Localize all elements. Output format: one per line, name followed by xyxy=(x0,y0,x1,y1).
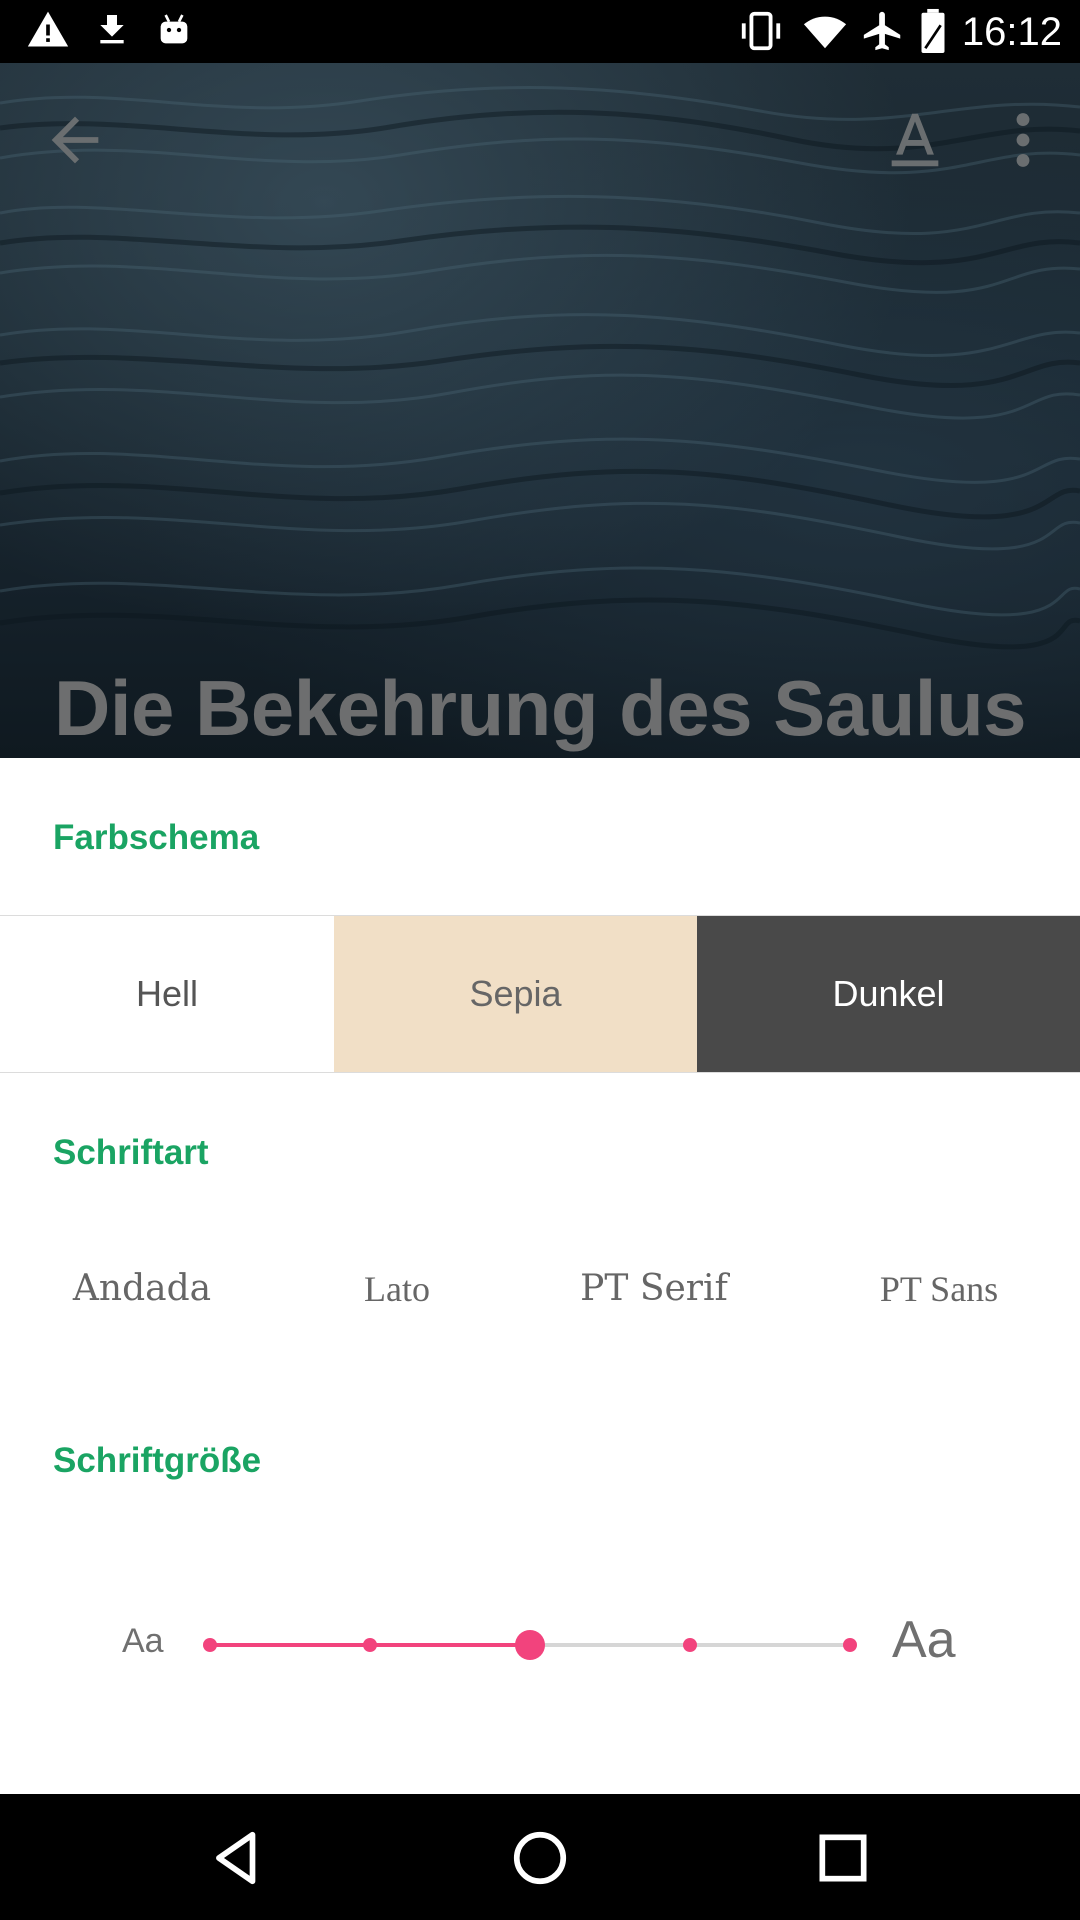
font-size-title: Schriftgröße xyxy=(53,1441,262,1480)
more-vert-icon[interactable] xyxy=(1000,105,1046,175)
font-size-slider[interactable] xyxy=(190,1610,870,1680)
font-format-icon[interactable] xyxy=(880,105,950,175)
font-options: Andada Lato PT Serif PT Sans xyxy=(0,1268,1080,1358)
status-bar: 16:12 xyxy=(0,0,1080,63)
wifi-icon xyxy=(803,16,847,49)
font-lato-option[interactable]: Lato xyxy=(364,1268,430,1310)
navigation-bar xyxy=(0,1794,1080,1920)
article-title: Die Bekehrung des Saulus xyxy=(54,664,1026,752)
home-circle-icon[interactable] xyxy=(509,1827,571,1889)
recents-square-icon[interactable] xyxy=(812,1827,874,1889)
vibrate-icon xyxy=(741,11,781,51)
font-title: Schriftart xyxy=(53,1133,209,1172)
font-size-large-label: Aa xyxy=(892,1611,956,1669)
scheme-sepia-option[interactable]: Sepia xyxy=(334,916,697,1072)
slider-step-5[interactable] xyxy=(843,1638,857,1652)
slider-step-2[interactable] xyxy=(363,1638,377,1652)
status-time: 16:12 xyxy=(961,10,1062,54)
battery-icon xyxy=(921,8,945,54)
airplane-icon xyxy=(863,11,901,51)
scheme-dunkel-option[interactable]: Dunkel xyxy=(697,916,1080,1072)
reader-settings-sheet: Farbschema Hell Sepia Dunkel Schriftart … xyxy=(0,758,1080,1794)
color-scheme-title: Farbschema xyxy=(53,818,260,857)
download-icon xyxy=(100,15,124,44)
font-size-small-label: Aa xyxy=(122,1622,164,1660)
hero-image: Die Bekehrung des Saulus xyxy=(0,63,1080,758)
color-scheme-options: Hell Sepia Dunkel xyxy=(0,915,1080,1073)
slider-thumb[interactable] xyxy=(515,1630,545,1660)
scheme-hell-option[interactable]: Hell xyxy=(0,916,334,1072)
slider-step-4[interactable] xyxy=(683,1638,697,1652)
warning-icon xyxy=(27,11,69,47)
font-pt-sans-option[interactable]: PT Sans xyxy=(880,1268,998,1310)
font-pt-serif-option[interactable]: PT Serif xyxy=(580,1268,728,1309)
back-triangle-icon[interactable] xyxy=(206,1827,268,1889)
slider-step-1[interactable] xyxy=(203,1638,217,1652)
font-size-row: Aa Aa xyxy=(0,1590,1080,1700)
android-icon xyxy=(160,14,188,44)
font-andada-option[interactable]: Andada xyxy=(73,1268,211,1309)
back-arrow-icon[interactable] xyxy=(40,105,110,175)
